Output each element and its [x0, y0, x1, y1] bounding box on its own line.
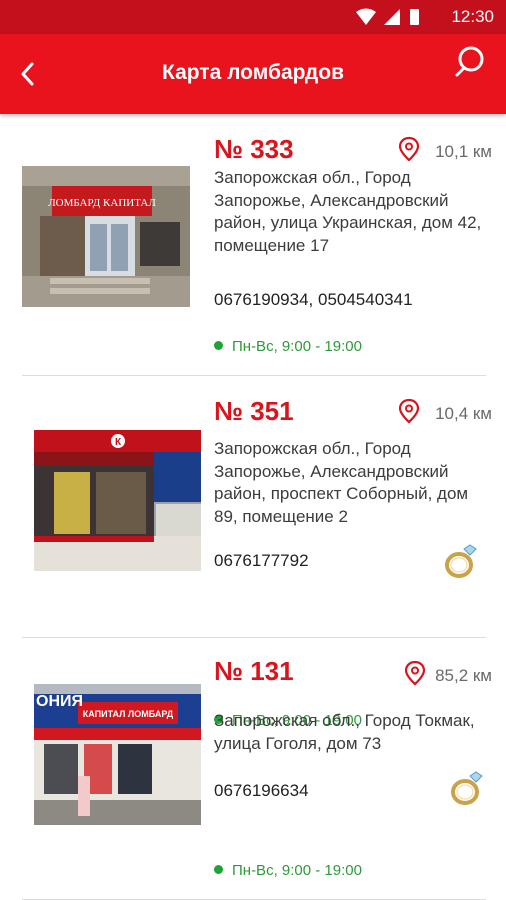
open-status-dot: [214, 341, 223, 350]
shop-number: № 131: [214, 656, 294, 686]
shop-hours-text: Пн-Вс, 9:00 - 19:00: [232, 338, 362, 355]
gold-ring-icon: [451, 771, 483, 805]
open-status-dot: [214, 865, 223, 874]
shop-number: № 351: [214, 396, 294, 426]
search-icon[interactable]: [452, 42, 492, 82]
location-pin-icon: [398, 136, 420, 162]
status-time: 12:30: [451, 7, 494, 26]
shop-photo: ОНИЯ КАПИТАЛ ЛОМБАРД: [34, 684, 201, 825]
signal-icon: [384, 9, 400, 25]
shop-distance: 10,1 км: [435, 142, 492, 161]
location-pin-icon: [398, 398, 420, 424]
shop-phones[interactable]: 0676196634: [214, 780, 414, 803]
status-icons: [356, 8, 419, 25]
shop-photo: ЛОМБАРД КАПИТАЛ: [22, 166, 190, 307]
shop-hours: Пн-Вс, 9:00 - 19:00: [214, 862, 362, 879]
app-bar: Карта ломбардов: [0, 34, 506, 114]
shop-address: Запорожская обл., Город Запорожье, Алекс…: [214, 439, 469, 526]
shop-hours-text: Пн-Вс, 9:00 - 19:00: [232, 862, 362, 879]
photo-sign-text: К: [115, 437, 122, 448]
shop-hours: Пн-Вс, 9:00 - 19:00: [214, 338, 362, 355]
shop-address: Запорожская обл., Город Запорожье, Алекс…: [214, 168, 482, 255]
pawnshop-card[interactable]: ОНИЯ КАПИТАЛ ЛОМБАРД № 131 85,2 км Запор…: [0, 638, 506, 900]
shop-distance: 85,2 км: [435, 666, 492, 685]
shop-phones[interactable]: 0676190934, 0504540341: [214, 289, 414, 312]
photo-sign-text: ЛОМБАРД КАПИТАЛ: [48, 197, 156, 209]
photo-sign-text: КАПИТАЛ ЛОМБАРД: [83, 709, 174, 719]
pawnshop-card[interactable]: К № 351 10,4 км Запорожская обл., Город …: [0, 376, 506, 729]
shop-number: № 333: [214, 134, 294, 164]
pawnshop-card[interactable]: ЛОМБАРД КАПИТАЛ № 333 10,1 км Запорожска…: [0, 114, 506, 376]
status-bar: 12:30: [0, 0, 506, 34]
shop-photo: К: [34, 430, 201, 571]
location-pin-icon: [404, 660, 426, 686]
gold-ring-icon: [445, 544, 477, 578]
shop-distance: 10,4 км: [435, 404, 492, 423]
wifi-icon: [356, 8, 376, 25]
battery-icon: [410, 9, 419, 25]
shop-address: Запорожская обл., Город Токмак, улица Го…: [214, 711, 475, 753]
shop-phones[interactable]: 0676177792: [214, 550, 414, 573]
page-title: Карта ломбардов: [162, 61, 344, 84]
photo-sign-top-text: ОНИЯ: [36, 693, 83, 710]
